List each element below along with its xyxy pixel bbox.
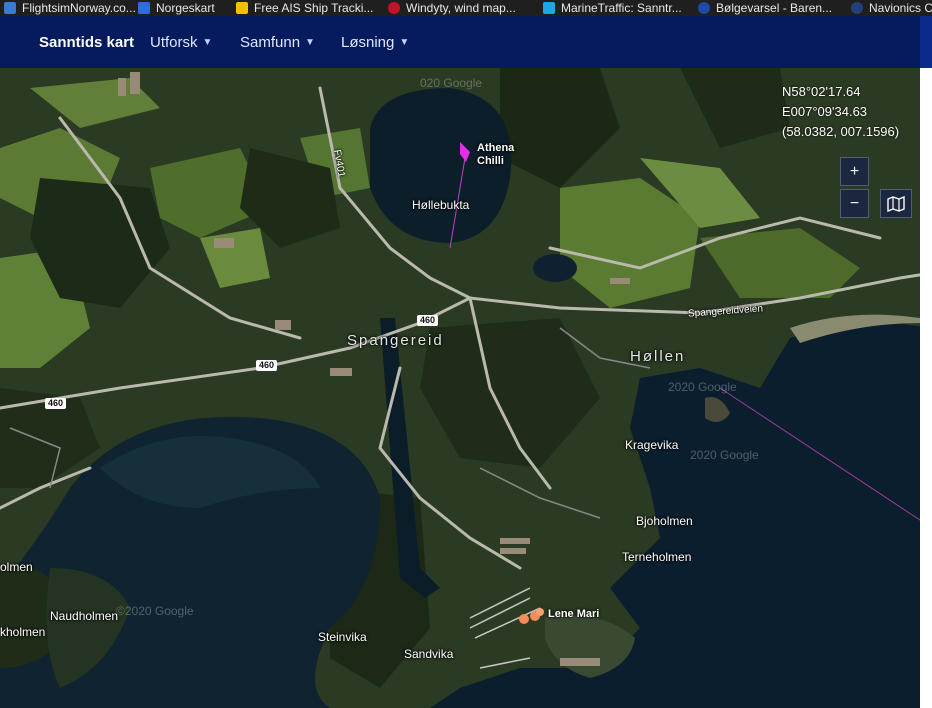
bookmark-marinetraffic[interactable]: MarineTraffic: Sanntr... — [543, 0, 682, 16]
wave-forecast-icon — [698, 2, 710, 14]
chevron-down-icon: ▼ — [305, 36, 315, 48]
bookmark-ais-tracker[interactable]: Free AIS Ship Tracki... — [236, 0, 373, 16]
road-shield-460: 460 — [256, 360, 278, 371]
map-watermark: 020 Google — [420, 76, 483, 90]
road-shield-460: 460 — [417, 315, 439, 326]
top-navigation: Sanntids kart Utforsk ▼ Samfunn ▼ Løsning ▼ — [0, 16, 932, 68]
place-label-hollen: Høllen — [630, 348, 686, 365]
place-label-kragevika: Kragevika — [625, 438, 679, 452]
windy-icon — [388, 2, 400, 14]
satellite-map[interactable]: 020 Google ©2020 Google 2020 Google 2020… — [0, 68, 932, 708]
nav-edge — [920, 16, 932, 68]
place-label-bjoholmen: Bjoholmen — [636, 514, 693, 528]
map-watermark: ©2020 Google — [116, 604, 194, 618]
place-label-olmen: olmen — [0, 560, 33, 574]
nav-menu-samfunn[interactable]: Samfunn ▼ — [240, 16, 315, 68]
coordinate-longitude: E007°09'34.63 — [782, 104, 868, 119]
zoom-out-button[interactable]: − — [840, 189, 869, 218]
place-label-spangereid: Spangereid — [347, 332, 444, 349]
bookmark-norgeskart[interactable]: Norgeskart — [138, 0, 215, 16]
chevron-down-icon: ▼ — [202, 36, 213, 48]
nav-menu-utforsk[interactable]: Utforsk ▼ — [150, 16, 212, 68]
navionics-icon — [851, 2, 863, 14]
place-label-hollebukta: Høllebukta — [412, 198, 470, 212]
coordinate-latitude: N58°02'17.64 — [782, 84, 861, 99]
road-shield-460: 460 — [45, 398, 67, 409]
ais-tracker-icon — [236, 2, 248, 14]
ship-label-lene-mari[interactable]: Lene Mari — [548, 608, 599, 621]
map-fold-icon — [887, 195, 905, 212]
bookmark-flightsimnorway[interactable]: FlightsimNorway.co... — [4, 0, 136, 16]
bookmark-windyty[interactable]: Windyty, wind map... — [388, 0, 516, 16]
nav-menu-losning[interactable]: Løsning ▼ — [341, 16, 409, 68]
coordinate-decimal: (58.0382, 007.1596) — [782, 124, 900, 139]
coordinate-readout: N58°02'17.64 E007°09'34.63 (58.0382, 007… — [782, 82, 899, 142]
page-scrollbar[interactable] — [920, 68, 932, 708]
zoom-in-button[interactable]: + — [840, 157, 869, 186]
norgeskart-icon — [138, 2, 150, 14]
place-label-kholmen: kholmen — [0, 625, 46, 639]
chevron-down-icon: ▼ — [399, 36, 410, 48]
place-label-sandvika: Sandvika — [404, 647, 454, 661]
bookmark-navionics[interactable]: Navionics C — [851, 0, 932, 16]
marinetraffic-icon — [543, 2, 555, 14]
map-watermark: 2020 Google — [690, 448, 759, 462]
ship-marker-lene-mari — [519, 614, 529, 624]
place-label-naudholmen: Naudholmen — [50, 609, 119, 623]
map-watermark: 2020 Google — [668, 380, 737, 394]
flight-site-icon — [4, 2, 16, 14]
ship-label-athena-chilli[interactable]: Athena Chilli — [477, 142, 514, 168]
nav-brand-realtime-map[interactable]: Sanntids kart — [39, 16, 134, 68]
map-layers-button[interactable] — [880, 189, 912, 218]
bookmark-bolgevarsel[interactable]: Bølgevarsel - Baren... — [698, 0, 832, 16]
bookmarks-bar: FlightsimNorway.co... Norgeskart Free AI… — [0, 0, 932, 16]
place-label-steinvika: Steinvika — [318, 630, 367, 644]
place-label-terneholmen: Terneholmen — [622, 550, 692, 564]
